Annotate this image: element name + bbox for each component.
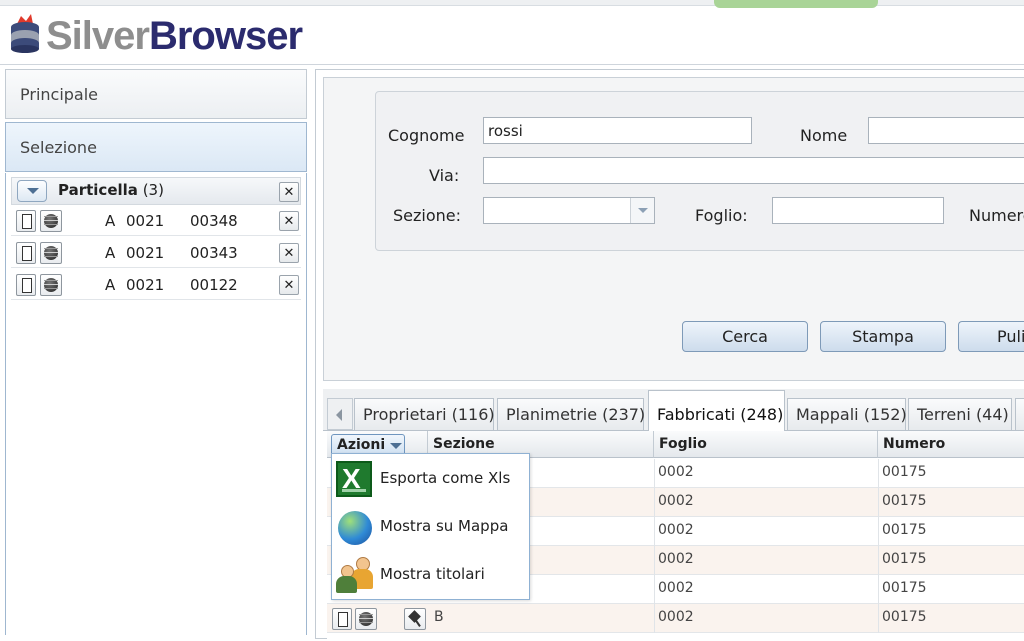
- menu-item-label: Mostra titolari: [380, 565, 485, 583]
- cognome-input[interactable]: [483, 117, 752, 144]
- azioni-menu: Esporta come Xls Mostra su Mappa Mostra …: [331, 453, 530, 600]
- nome-input[interactable]: [868, 117, 1024, 144]
- row-foglio: 0021: [126, 212, 165, 230]
- column-separator: [654, 517, 655, 546]
- logo-browser: Browser: [148, 14, 303, 58]
- stampa-button[interactable]: Stampa: [820, 321, 946, 352]
- grid-header-numero[interactable]: Numero: [878, 431, 1024, 458]
- document-icon[interactable]: [16, 210, 36, 232]
- pin-icon[interactable]: [404, 608, 426, 630]
- particella-expand-button[interactable]: [17, 180, 47, 202]
- document-icon[interactable]: [16, 242, 36, 264]
- remove-group-button[interactable]: ✕: [279, 182, 299, 202]
- chevron-down-icon[interactable]: [630, 198, 654, 223]
- menu-item-label: Esporta come Xls: [380, 469, 511, 487]
- remove-row-button[interactable]: ✕: [279, 211, 299, 231]
- column-separator: [878, 517, 879, 546]
- globe-icon[interactable]: [40, 210, 62, 232]
- particella-count: (3): [142, 181, 164, 199]
- row-numero: 00343: [190, 244, 238, 262]
- cognome-label: Cognome: [388, 126, 465, 145]
- owner-body: [336, 576, 357, 593]
- column-separator: [654, 546, 655, 575]
- cell-foglio: 0002: [658, 522, 694, 538]
- column-separator: [878, 459, 879, 488]
- row-foglio: 0021: [126, 244, 165, 262]
- sezione-label: Sezione:: [393, 206, 462, 225]
- tab-fabbricati[interactable]: Fabbricati (248): [648, 390, 785, 432]
- tab-scroll-left-icon[interactable]: [327, 398, 353, 430]
- table-row[interactable]: B 0002 00175: [327, 604, 1024, 633]
- foglio-label: Foglio:: [695, 206, 748, 225]
- cell-numero: 00175: [882, 551, 927, 567]
- logo-icon: [11, 14, 39, 53]
- globe-icon[interactable]: [355, 608, 377, 630]
- menu-item-mostra-mappa[interactable]: Mostra su Mappa: [332, 503, 529, 551]
- accordion-selezione[interactable]: Selezione: [5, 122, 307, 172]
- via-input[interactable]: [483, 157, 1024, 184]
- via-label: Via:: [429, 166, 460, 185]
- nome-label: Nome: [800, 126, 848, 145]
- column-separator: [878, 488, 879, 517]
- cell-numero: 00175: [882, 522, 927, 538]
- owners-icon: [336, 557, 376, 593]
- column-separator: [654, 459, 655, 488]
- cell-numero: 00175: [882, 609, 927, 625]
- top-green-tab[interactable]: [714, 0, 878, 8]
- row-numero: 00122: [190, 276, 238, 294]
- globe-icon[interactable]: [40, 274, 62, 296]
- grid-header-foglio[interactable]: Foglio: [654, 431, 878, 458]
- column-separator: [654, 575, 655, 604]
- globe-icon[interactable]: [40, 242, 62, 264]
- particella-group-title: Particella (3): [58, 181, 164, 199]
- column-separator: [654, 488, 655, 517]
- menu-item-esporta-xls[interactable]: Esporta come Xls: [332, 455, 529, 503]
- tab-proprietari[interactable]: Proprietari (116): [354, 398, 495, 430]
- tab-terreni[interactable]: Terreni (44): [908, 398, 1012, 430]
- menu-item-mostra-titolari[interactable]: Mostra titolari: [332, 551, 529, 599]
- cell-numero: 00175: [882, 493, 927, 509]
- particella-label: Particella: [58, 181, 138, 199]
- column-separator: [878, 546, 879, 575]
- document-icon[interactable]: [16, 274, 36, 296]
- azioni-label: Azioni: [337, 437, 386, 453]
- cell-foglio: 0002: [658, 609, 694, 625]
- document-icon[interactable]: [332, 608, 352, 630]
- tab-next[interactable]: [1015, 398, 1024, 430]
- cell-foglio: 0002: [658, 580, 694, 596]
- cell-numero: 00175: [882, 464, 927, 480]
- remove-row-button[interactable]: ✕: [279, 243, 299, 263]
- excel-icon: [336, 461, 372, 497]
- row-numero: 00348: [190, 212, 238, 230]
- row-sezione: A: [105, 244, 116, 262]
- pulisci-button[interactable]: Puli: [958, 321, 1024, 352]
- cell-sezione: B: [434, 609, 444, 625]
- accordion-principale[interactable]: Principale: [5, 69, 307, 119]
- cerca-button[interactable]: Cerca: [682, 321, 808, 352]
- cell-foglio: 0002: [658, 551, 694, 567]
- row-sezione: A: [105, 276, 116, 294]
- logo-silver: Silver: [46, 14, 150, 58]
- particella-row: A 0021 00348 ✕: [11, 206, 301, 236]
- tab-planimetrie[interactable]: Planimetrie (237): [497, 398, 645, 430]
- remove-row-button[interactable]: ✕: [279, 275, 299, 295]
- app-logo: SilverBrowser: [46, 12, 303, 60]
- particella-row: A 0021 00343 ✕: [11, 238, 301, 268]
- globe-map-icon: [338, 511, 372, 545]
- row-sezione: A: [105, 212, 116, 230]
- column-separator: [654, 604, 655, 633]
- sezione-select[interactable]: [483, 197, 655, 224]
- row-foglio: 0021: [126, 276, 165, 294]
- tab-mappali[interactable]: Mappali (152): [787, 398, 907, 430]
- particella-row: A 0021 00122 ✕: [11, 270, 301, 300]
- cell-foglio: 0002: [658, 464, 694, 480]
- cell-foglio: 0002: [658, 493, 694, 509]
- column-separator: [878, 575, 879, 604]
- numero-label: Numero: [969, 206, 1024, 225]
- menu-item-label: Mostra su Mappa: [380, 517, 509, 535]
- cell-numero: 00175: [882, 580, 927, 596]
- foglio-input[interactable]: [772, 197, 944, 224]
- column-separator: [878, 604, 879, 633]
